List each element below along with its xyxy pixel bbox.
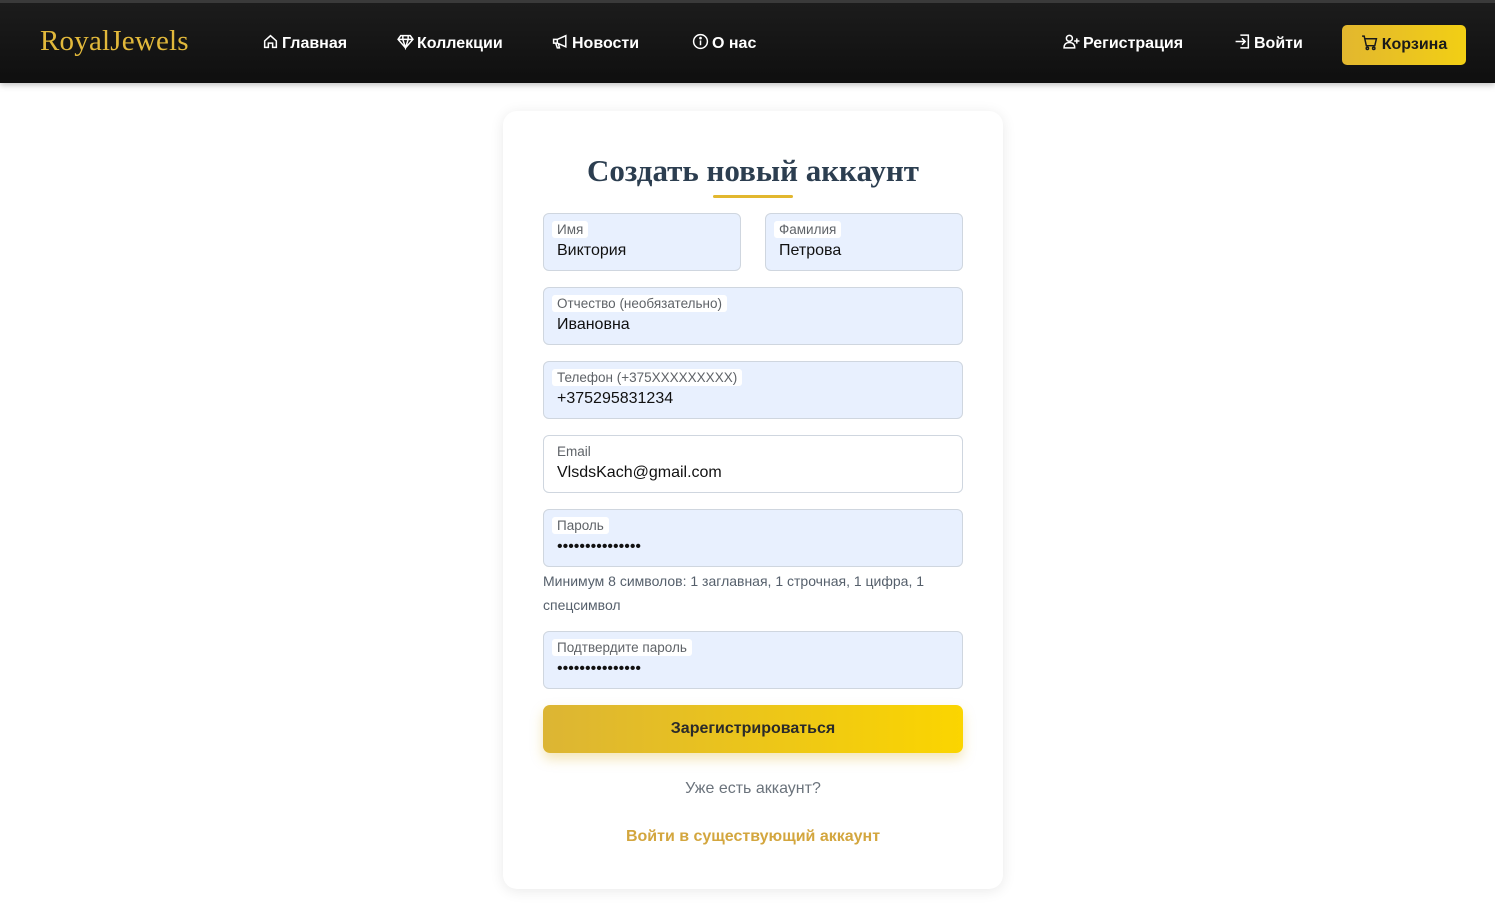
- nav-register[interactable]: Регистрация: [1063, 33, 1183, 55]
- register-button[interactable]: Зарегистрироваться: [543, 705, 963, 753]
- password-confirm-field[interactable]: Подтвердите пароль •••••••••••••••: [543, 631, 963, 689]
- brand-logo[interactable]: RoyalJewels: [40, 25, 189, 58]
- password-confirm-input[interactable]: •••••••••••••••: [557, 660, 952, 678]
- email-label: Email: [557, 444, 591, 459]
- gem-icon: [397, 33, 414, 55]
- patronymic-label: Отчество (необязательно): [552, 295, 728, 312]
- password-input[interactable]: •••••••••••••••: [557, 538, 952, 556]
- nav-link-home[interactable]: Главная: [262, 33, 347, 55]
- cart-label: Корзина: [1381, 36, 1448, 53]
- last-name-input[interactable]: Петрова: [779, 242, 952, 260]
- password-hint: Минимум 8 символов: 1 заглавная, 1 строч…: [543, 573, 925, 613]
- first-name-label: Имя: [552, 221, 589, 238]
- nav-link-label: Регистрация: [1083, 35, 1184, 52]
- nav-link-about[interactable]: О нас: [692, 33, 756, 55]
- email-field[interactable]: Email VlsdsKach@gmail.com: [543, 435, 963, 493]
- home-icon: [262, 33, 279, 55]
- patronymic-input[interactable]: Ивановна: [557, 316, 952, 334]
- nav-link-label: Войти: [1254, 35, 1303, 52]
- nav-link-news[interactable]: Новости: [552, 33, 639, 55]
- register-card: Создать новый аккаунт Имя Виктория Фамил…: [503, 111, 1003, 889]
- form-title: Создать новый аккаунт: [587, 153, 919, 188]
- have-account-text: Уже есть аккаунт?: [685, 780, 821, 797]
- login-existing-link[interactable]: Войти в существующий аккаунт: [503, 828, 1003, 846]
- nav-link-label: Главная: [282, 35, 348, 52]
- phone-input[interactable]: +375295831234: [557, 390, 952, 408]
- info-icon: [692, 33, 709, 55]
- megaphone-icon: [552, 33, 569, 55]
- phone-label: Телефон (+375XXXXXXXXX): [552, 369, 743, 386]
- nav-link-label: О нас: [712, 35, 757, 52]
- nav-link-collections[interactable]: Коллекции: [397, 33, 503, 55]
- title-underline: [713, 195, 793, 198]
- first-name-field[interactable]: Имя Виктория: [543, 213, 741, 271]
- cart-button[interactable]: Корзина: [1342, 25, 1466, 65]
- password-label: Пароль: [552, 517, 609, 534]
- patronymic-field[interactable]: Отчество (необязательно) Ивановна: [543, 287, 963, 345]
- user-plus-icon: [1063, 33, 1080, 55]
- cart-icon: [1361, 34, 1378, 56]
- nav-login[interactable]: Войти: [1234, 33, 1303, 55]
- login-icon: [1234, 33, 1251, 55]
- phone-field[interactable]: Телефон (+375XXXXXXXXX) +375295831234: [543, 361, 963, 419]
- nav-link-label: Коллекции: [417, 35, 503, 52]
- last-name-label: Фамилия: [774, 221, 842, 238]
- first-name-input[interactable]: Виктория: [557, 242, 730, 260]
- navbar: RoyalJewels Главная Коллекции Новости О …: [0, 0, 1495, 83]
- email-input[interactable]: VlsdsKach@gmail.com: [557, 464, 952, 482]
- nav-link-label: Новости: [572, 35, 640, 52]
- password-field[interactable]: Пароль •••••••••••••••: [543, 509, 963, 567]
- last-name-field[interactable]: Фамилия Петрова: [765, 213, 963, 271]
- password-confirm-label: Подтвердите пароль: [552, 639, 692, 656]
